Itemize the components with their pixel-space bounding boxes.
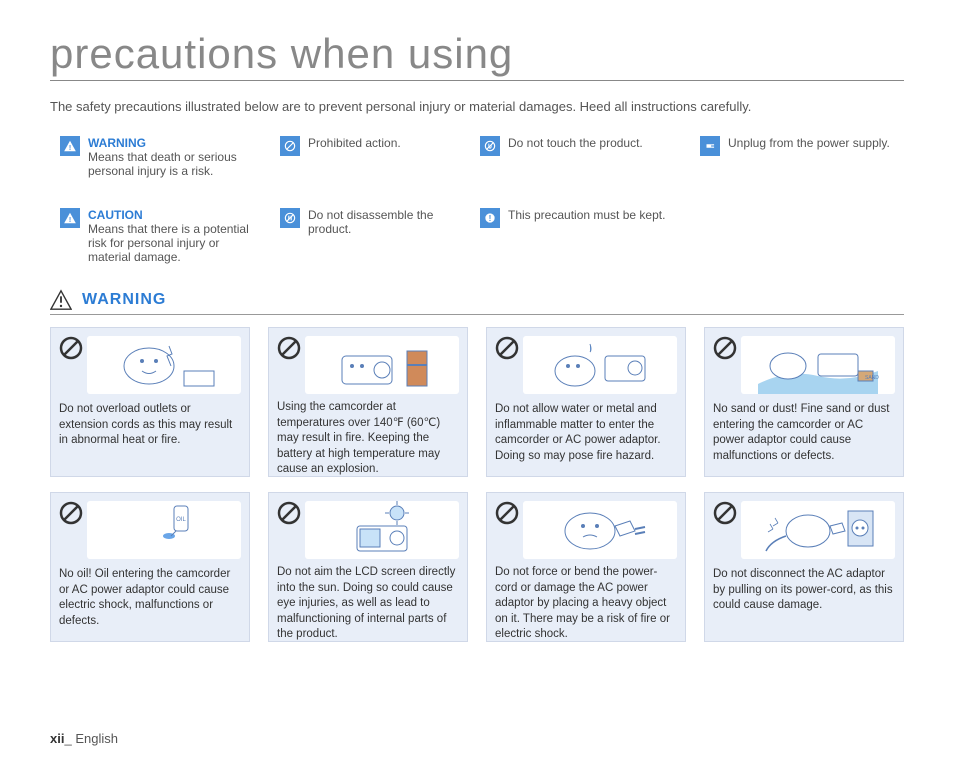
illustration [741,501,895,559]
legend-caution: ! CAUTION Means that there is a potentia… [60,208,260,264]
prohibited-icon [59,501,83,525]
prohibited-icon [495,336,519,360]
card-overload: Do not overload outlets or extension cor… [50,327,250,477]
page-number: xii [50,731,64,746]
illustration: SAND [741,336,895,394]
warning-cards: Do not overload outlets or extension cor… [50,327,904,642]
svg-text:SAND: SAND [865,375,879,381]
card-text: No oil! Oil entering the camcorder or AC… [59,567,241,633]
legend-touch: Do not touch the product. [480,136,680,178]
unplug-desc: Unplug from the power supply. [728,136,890,178]
card-text: No sand or dust! Fine sand or dust enter… [713,402,895,468]
page-language: English [75,731,118,746]
illustration: OIL [87,501,241,559]
card-sand-dust: SAND No sand or dust! Fine sand or dust … [704,327,904,477]
card-oil: OIL No oil! Oil entering the camcorder o… [50,492,250,642]
must-keep-icon: ! [480,208,500,228]
card-text: Do not force or bend the power-cord or d… [495,565,677,643]
svg-text:!: ! [489,214,492,223]
legend-grid: ! WARNING Means that death or serious pe… [50,136,904,264]
warning-section-header: WARNING [50,289,904,315]
illustration [523,336,677,394]
card-temperature: Using the camcorder at temperatures over… [268,327,468,477]
disassemble-desc: Do not disassemble the product. [308,208,460,264]
card-text: Using the camcorder at temperatures over… [277,400,459,478]
prohibited-icon [713,501,737,525]
unplug-icon [700,136,720,156]
illustration [305,501,459,559]
prohibited-icon [277,501,301,525]
caution-label: CAUTION [88,208,260,222]
warning-desc: Means that death or serious personal inj… [88,150,237,178]
card-disconnect: Do not disconnect the AC adaptor by pull… [704,492,904,642]
card-water-metal: Do not allow water or metal and inflamma… [486,327,686,477]
caution-desc: Means that there is a potential risk for… [88,222,249,264]
prohibited-icon [59,336,83,360]
legend-prohibited: Prohibited action. [280,136,460,178]
warning-icon [50,289,72,311]
card-text: Do not overload outlets or extension cor… [59,402,241,468]
page-title: precautions when using [50,30,904,81]
legend-keep: ! This precaution must be kept. [480,208,680,264]
legend-unplug: Unplug from the power supply. [700,136,920,178]
prohibited-icon [713,336,737,360]
prohibited-icon [495,501,519,525]
prohibited-desc: Prohibited action. [308,136,401,178]
legend-disassemble: Do not disassemble the product. [280,208,460,264]
svg-text:OIL: OIL [176,517,186,523]
touch-desc: Do not touch the product. [508,136,643,178]
page-footer: xii_ English [50,731,118,746]
caution-triangle-icon: ! [60,208,80,228]
card-text: Do not allow water or metal and inflamma… [495,402,677,468]
card-text: Do not disconnect the AC adaptor by pull… [713,567,895,633]
no-touch-icon [480,136,500,156]
card-bend-cord: Do not force or bend the power-cord or d… [486,492,686,642]
prohibited-icon [280,136,300,156]
illustration [87,336,241,394]
keep-desc: This precaution must be kept. [508,208,665,264]
svg-text:!: ! [69,145,71,152]
card-text: Do not aim the LCD screen directly into … [277,565,459,643]
card-lcd-sun: Do not aim the LCD screen directly into … [268,492,468,642]
warning-label: WARNING [88,136,260,150]
prohibited-icon [277,336,301,360]
legend-warning: ! WARNING Means that death or serious pe… [60,136,260,178]
svg-text:!: ! [69,217,71,224]
warning-heading: WARNING [82,291,166,309]
no-disassemble-icon [280,208,300,228]
intro-text: The safety precautions illustrated below… [50,99,904,114]
illustration [305,336,459,394]
illustration [523,501,677,559]
warning-triangle-icon: ! [60,136,80,156]
